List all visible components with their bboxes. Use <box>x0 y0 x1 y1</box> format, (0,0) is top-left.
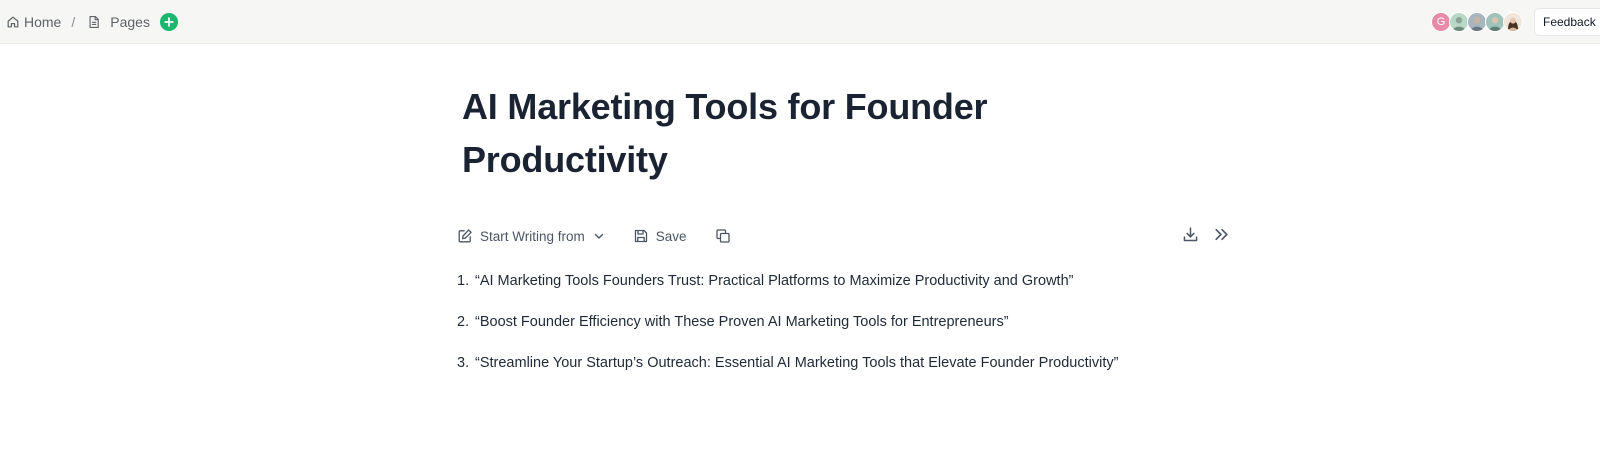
copy-icon <box>715 229 730 243</box>
person-icon <box>1508 17 1518 31</box>
page-title[interactable]: AI Marketing Tools for Founder Productiv… <box>462 80 1102 186</box>
list-item-text: “Streamline Your Startup’s Outreach: Ess… <box>475 355 1119 371</box>
list-item-number: 3. <box>457 355 470 371</box>
person-icon <box>1452 16 1466 31</box>
download-button[interactable] <box>1182 226 1199 243</box>
plus-icon <box>164 17 174 27</box>
list-item[interactable]: 2. “Boost Founder Efficiency with These … <box>457 314 1217 330</box>
page-icon <box>89 16 100 28</box>
list-item[interactable]: 3. “Streamline Your Startup’s Outreach: … <box>457 355 1217 371</box>
add-page-button[interactable] <box>159 13 178 31</box>
avatar[interactable] <box>1503 12 1523 32</box>
person-icon <box>1488 16 1502 31</box>
expand-panel-button[interactable] <box>1213 226 1230 243</box>
title-suggestions-list: 1. “AI Marketing Tools Founders Trust: P… <box>457 273 1217 396</box>
top-bar: Home / Pages G Feedback <box>0 0 1600 44</box>
breadcrumb-pages[interactable]: Pages <box>87 14 150 30</box>
save-label: Save <box>655 228 687 244</box>
list-item-text: “AI Marketing Tools Founders Trust: Prac… <box>475 273 1074 289</box>
breadcrumb-home[interactable]: Home <box>6 14 61 30</box>
avatar[interactable]: G <box>1431 12 1451 32</box>
list-item-number: 2. <box>457 314 470 330</box>
start-writing-label: Start Writing from <box>480 228 585 244</box>
breadcrumb-pages-label: Pages <box>110 14 150 30</box>
avatar-initial: G <box>1436 16 1446 28</box>
list-item-text: “Boost Founder Efficiency with These Pro… <box>475 314 1009 330</box>
download-icon <box>1183 227 1198 242</box>
feedback-button[interactable]: Feedback <box>1534 8 1600 36</box>
breadcrumb: Home / Pages <box>6 12 178 32</box>
list-item[interactable]: 1. “AI Marketing Tools Founders Trust: P… <box>457 273 1217 289</box>
save-button[interactable]: Save <box>633 228 687 244</box>
home-icon <box>7 16 19 28</box>
person-icon <box>1470 16 1484 31</box>
document-actions <box>1182 226 1230 243</box>
chevron-down-icon <box>594 233 603 239</box>
save-icon <box>634 229 647 243</box>
copy-button[interactable] <box>715 228 731 244</box>
avatar[interactable] <box>1485 12 1505 32</box>
chevrons-right-icon <box>1215 228 1228 241</box>
document-toolbar: Start Writing from Save <box>457 224 731 248</box>
avatar[interactable] <box>1467 12 1487 32</box>
avatar[interactable] <box>1449 12 1469 32</box>
breadcrumb-separator: / <box>71 14 76 30</box>
breadcrumb-home-label: Home <box>24 14 62 30</box>
edit-icon <box>458 229 472 243</box>
collaborator-avatars: G <box>1431 12 1523 32</box>
start-writing-dropdown[interactable]: Start Writing from <box>457 228 605 244</box>
list-item-number: 1. <box>457 273 470 289</box>
